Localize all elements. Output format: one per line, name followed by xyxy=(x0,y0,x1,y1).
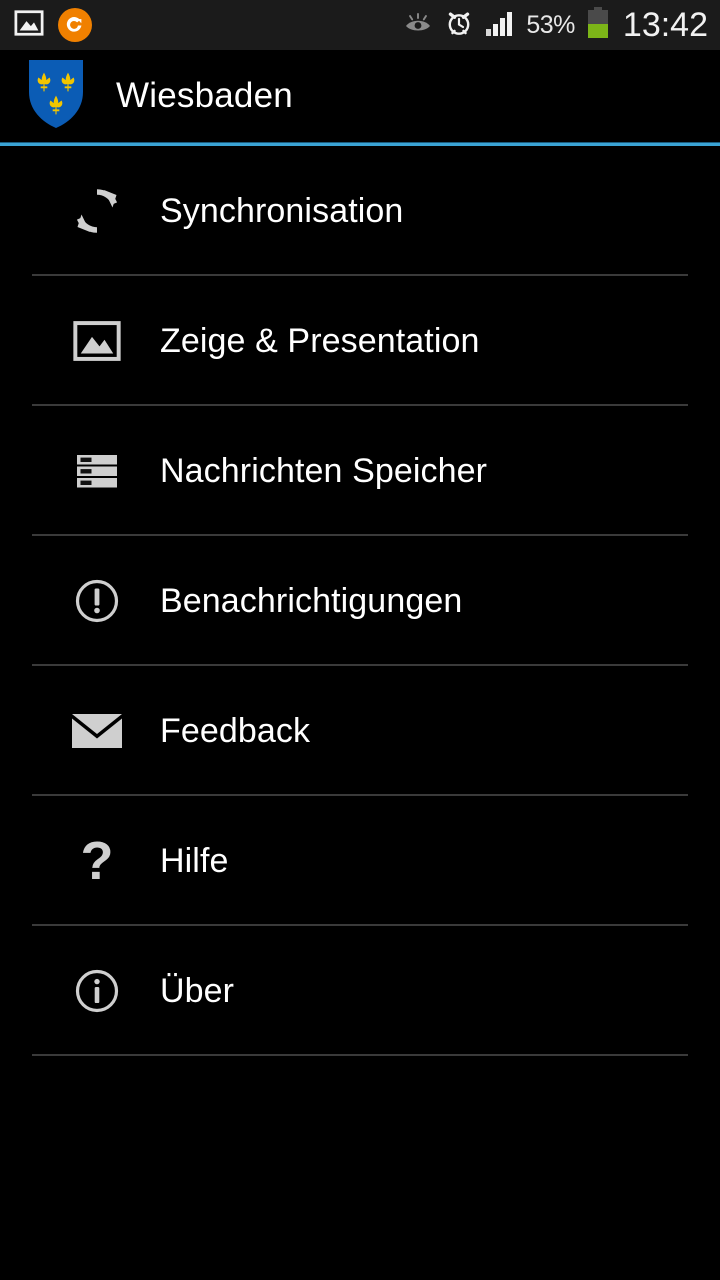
alert-circle-icon xyxy=(60,575,134,627)
menu-item-ueber[interactable]: Über xyxy=(0,926,720,1056)
menu-item-synchronisation[interactable]: Synchronisation xyxy=(0,146,720,276)
menu-item-benachrichtigungen[interactable]: Benachrichtigungen xyxy=(0,536,720,666)
sync-icon xyxy=(60,185,134,237)
menu-item-label: Über xyxy=(160,971,235,1010)
gallery-notification-icon xyxy=(14,8,44,43)
status-bar[interactable]: 53% 13:42 xyxy=(0,0,720,50)
info-circle-icon xyxy=(60,965,134,1017)
image-icon xyxy=(60,316,134,366)
menu-item-feedback[interactable]: Feedback xyxy=(0,666,720,796)
question-mark-icon: ? xyxy=(60,834,134,888)
menu-item-zeige-presentation[interactable]: Zeige & Presentation xyxy=(0,276,720,406)
menu-item-label: Synchronisation xyxy=(160,191,404,230)
question-mark-glyph: ? xyxy=(80,831,114,891)
storage-icon xyxy=(60,447,134,495)
battery-percent-label: 53% xyxy=(526,10,575,39)
smart-stay-eye-icon xyxy=(403,10,433,41)
mail-icon xyxy=(60,711,134,751)
menu-item-label: Zeige & Presentation xyxy=(160,321,480,360)
app-notification-icon xyxy=(58,8,92,42)
menu-item-label: Feedback xyxy=(160,711,311,750)
alarm-clock-icon xyxy=(444,8,474,43)
menu-item-nachrichten-speicher[interactable]: Nachrichten Speicher xyxy=(0,406,720,536)
status-bar-system-icons: 53% 13:42 xyxy=(403,0,712,50)
app-header[interactable]: Wiesbaden xyxy=(0,50,720,142)
page-title: Wiesbaden xyxy=(116,76,293,115)
wiesbaden-coat-of-arms-icon xyxy=(26,58,86,135)
status-bar-clock: 13:42 xyxy=(622,6,708,44)
battery-icon xyxy=(586,6,610,44)
menu-item-label: Benachrichtigungen xyxy=(160,581,463,620)
menu-item-label: Hilfe xyxy=(160,841,229,880)
status-bar-notifications xyxy=(0,8,92,43)
menu-item-hilfe[interactable]: ? Hilfe xyxy=(0,796,720,926)
list-divider xyxy=(32,1054,688,1056)
signal-bars-icon xyxy=(485,9,515,42)
menu-item-label: Nachrichten Speicher xyxy=(160,451,488,490)
settings-menu-list: Synchronisation Zeige & Presentation Nac… xyxy=(0,146,720,1056)
